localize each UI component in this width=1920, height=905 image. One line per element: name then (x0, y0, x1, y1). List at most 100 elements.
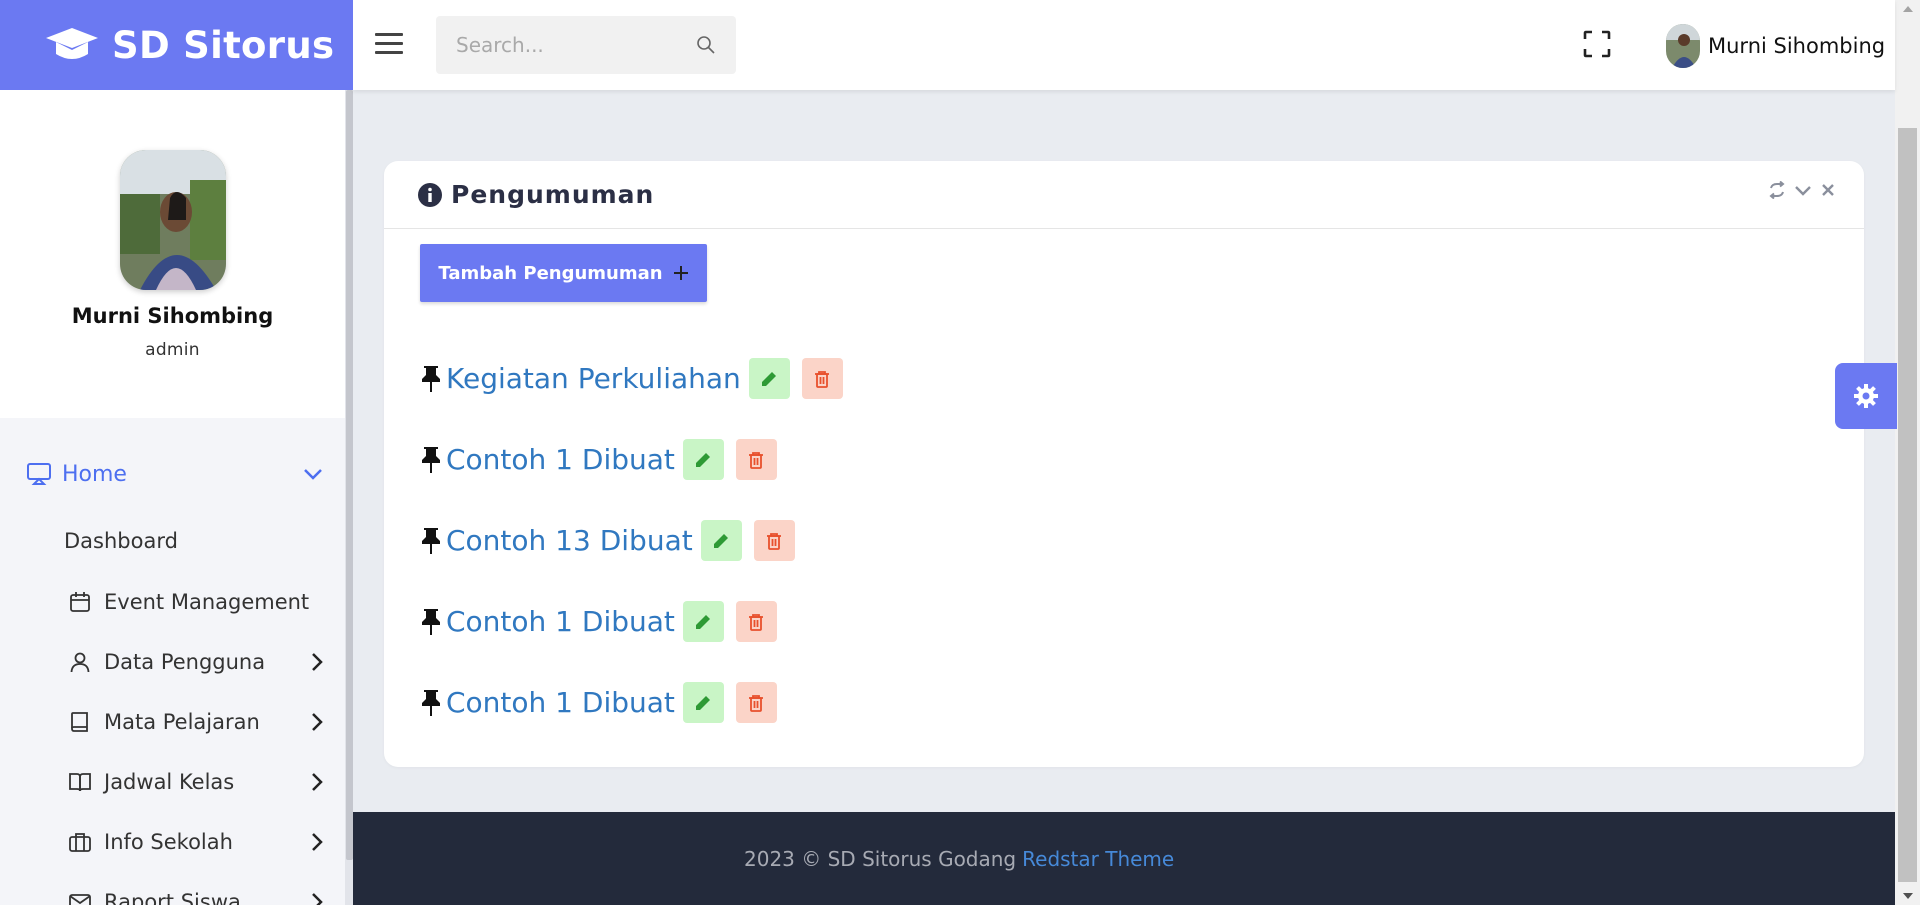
edit-button[interactable] (682, 601, 724, 642)
briefcase-icon (69, 833, 91, 852)
calendar-icon (70, 592, 90, 612)
chevron-down-icon (304, 469, 322, 480)
scroll-down-arrow[interactable] (1903, 893, 1913, 899)
sidebar-item-label: Home (62, 461, 127, 487)
chevron-right-icon (312, 833, 323, 851)
sidebar-item-label: Data Pengguna (104, 650, 266, 674)
sidebar-item-label: Mata Pelajaran (104, 710, 260, 734)
collapse-icon[interactable] (1794, 181, 1812, 199)
pushpin-icon (422, 689, 440, 716)
sidebar-item-jadwal-kelas[interactable]: Jadwal Kelas (0, 752, 345, 812)
brand[interactable]: SD Sitorus (0, 0, 353, 90)
announcement-link[interactable]: Contoh 1 Dibuat (446, 605, 675, 638)
sidebar-item-label: Jadwal Kelas (104, 770, 235, 794)
sidebar-nav: Home Dashboard Event Management Data Pen… (0, 418, 345, 905)
avatar (1666, 24, 1700, 68)
sidebar-item-label: Event Management (104, 590, 310, 614)
announcement-item: Contoh 13 Dibuat (420, 520, 807, 561)
fullscreen-button[interactable] (1583, 30, 1611, 58)
card-title: Pengumuman (451, 180, 655, 209)
pencil-icon (762, 371, 777, 386)
sidebar-scrollbar[interactable] (345, 90, 353, 905)
user-icon (70, 652, 90, 673)
search-box (436, 16, 736, 74)
graduation-cap-icon (46, 28, 98, 59)
envelope-icon (69, 894, 91, 905)
announcement-card: Pengumuman Tambah Pengumuman Kegiatan Pe… (384, 161, 1864, 767)
sidebar-item-event-management[interactable]: Event Management (0, 572, 345, 632)
sidebar-item-label: Info Sekolah (104, 830, 233, 854)
announcement-link[interactable]: Contoh 1 Dibuat (446, 686, 675, 719)
user-menu[interactable]: Murni Sihombing (1666, 24, 1885, 68)
pushpin-icon (422, 365, 440, 392)
close-icon[interactable] (1820, 181, 1836, 199)
fullscreen-icon (1583, 30, 1611, 58)
chevron-right-icon (312, 773, 323, 791)
page-scrollbar-thumb[interactable] (1898, 128, 1917, 882)
info-icon (418, 182, 442, 207)
sidebar-scrollbar-thumb[interactable] (346, 90, 353, 860)
sidebar-profile: Murni Sihombing admin (0, 90, 345, 418)
search-icon[interactable] (696, 35, 716, 55)
page-scrollbar[interactable] (1895, 0, 1920, 905)
sidebar-item-home[interactable]: Home (0, 438, 345, 510)
footer: 2023 © SD Sitorus Godang Redstar Theme (353, 812, 1895, 905)
pushpin-icon (422, 608, 440, 635)
pushpin-icon (422, 446, 440, 473)
edit-button[interactable] (682, 682, 724, 723)
chevron-right-icon (312, 893, 323, 905)
user-name: Murni Sihombing (1708, 34, 1886, 58)
delete-button[interactable] (753, 520, 795, 561)
add-announcement-label: Tambah Pengumuman (438, 262, 663, 284)
footer-theme-link[interactable]: Redstar Theme (1022, 847, 1174, 871)
announcement-item: Kegiatan Perkuliahan (420, 358, 855, 399)
pushpin-icon (422, 527, 440, 554)
delete-button[interactable] (735, 601, 777, 642)
top-bar: Murni Sihombing (353, 0, 1895, 90)
book-icon (71, 712, 88, 732)
chevron-right-icon (312, 713, 323, 731)
announcement-item: Contoh 1 Dibuat (420, 682, 789, 723)
pencil-icon (696, 695, 711, 710)
sidebar-item-label: Raport Siswa (104, 890, 241, 905)
pencil-icon (696, 452, 711, 467)
add-announcement-button[interactable]: Tambah Pengumuman (420, 244, 707, 302)
edit-button[interactable] (748, 358, 790, 399)
sidebar-item-mata-pelajaran[interactable]: Mata Pelajaran (0, 692, 345, 752)
open-book-icon (69, 773, 91, 792)
menu-toggle-button[interactable] (375, 33, 403, 57)
sidebar-item-data-pengguna[interactable]: Data Pengguna (0, 632, 345, 692)
footer-text: 2023 © SD Sitorus Godang (744, 846, 1017, 871)
settings-panel-toggle[interactable] (1835, 363, 1897, 429)
trash-icon (749, 613, 764, 631)
card-header: Pengumuman (384, 161, 1864, 229)
announcement-item: Contoh 1 Dibuat (420, 439, 789, 480)
sidebar-item-dashboard[interactable]: Dashboard (0, 510, 345, 572)
sidebar-item-label: Dashboard (64, 529, 178, 553)
trash-icon (749, 451, 764, 469)
delete-button[interactable] (801, 358, 843, 399)
announcement-item: Contoh 1 Dibuat (420, 601, 789, 642)
search-input[interactable] (456, 33, 696, 57)
sidebar: Murni Sihombing admin Home Dashboard Eve… (0, 90, 345, 905)
pencil-icon (714, 533, 729, 548)
announcement-link[interactable]: Contoh 1 Dibuat (446, 443, 675, 476)
plus-icon (673, 266, 688, 280)
profile-role: admin (145, 340, 200, 360)
edit-button[interactable] (700, 520, 742, 561)
delete-button[interactable] (735, 682, 777, 723)
sidebar-item-raport-siswa[interactable]: Raport Siswa (0, 872, 345, 905)
profile-name: Murni Sihombing (71, 304, 274, 328)
announcement-link[interactable]: Kegiatan Perkuliahan (446, 362, 741, 395)
sidebar-item-info-sekolah[interactable]: Info Sekolah (0, 812, 345, 872)
pencil-icon (696, 614, 711, 629)
gear-icon (1854, 384, 1878, 408)
scroll-up-arrow[interactable] (1903, 6, 1913, 12)
announcement-link[interactable]: Contoh 13 Dibuat (446, 524, 693, 557)
monitor-icon (27, 463, 51, 485)
refresh-icon[interactable] (1768, 181, 1786, 199)
trash-icon (767, 532, 782, 550)
delete-button[interactable] (735, 439, 777, 480)
trash-icon (815, 370, 830, 388)
edit-button[interactable] (682, 439, 724, 480)
